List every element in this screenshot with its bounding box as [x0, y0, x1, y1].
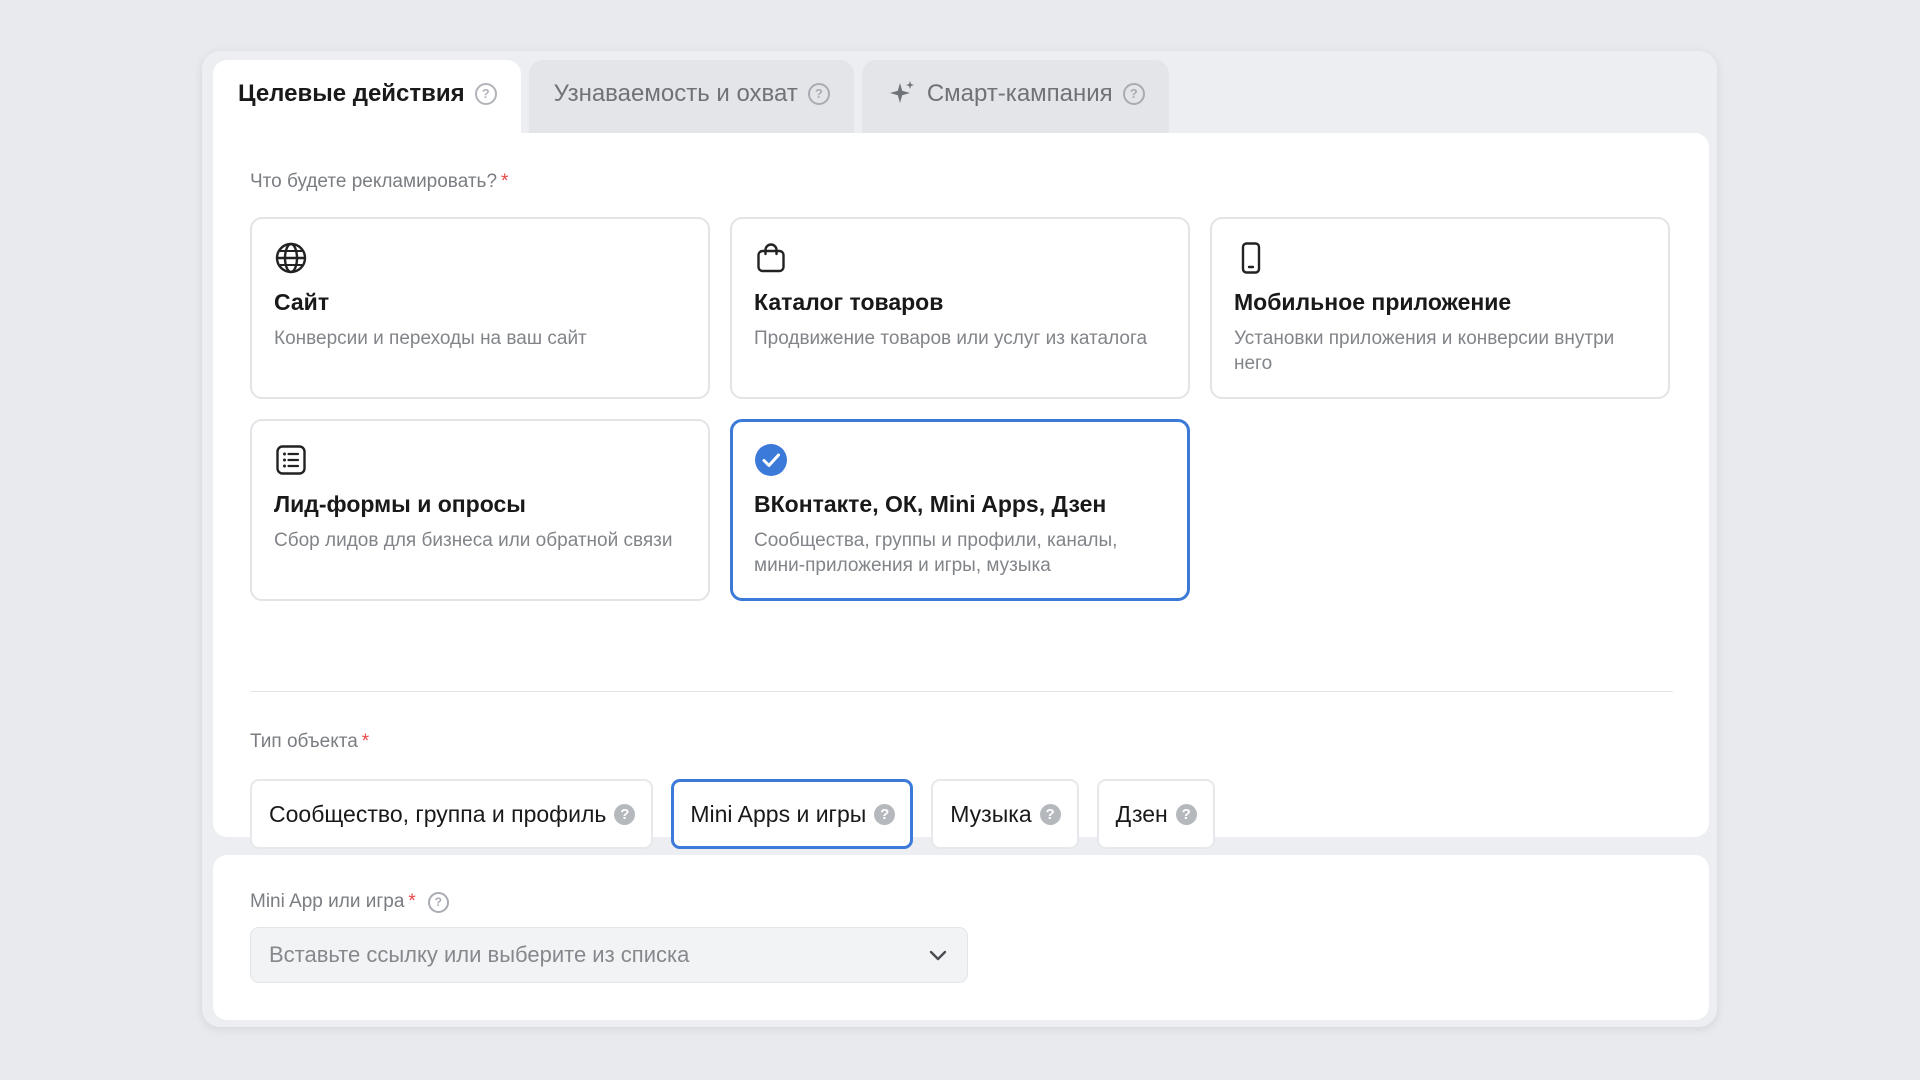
chip-label: Mini Apps и игры: [690, 800, 867, 827]
section-divider: [250, 691, 1673, 692]
option-card-mobile-app[interactable]: Мобильное приложение Установки приложени…: [1210, 217, 1670, 399]
mini-app-select[interactable]: Вставьте ссылку или выберите из списка: [250, 927, 968, 983]
option-title: Мобильное приложение: [1234, 289, 1512, 315]
question-icon[interactable]: ?: [1175, 803, 1197, 825]
mini-app-panel: Mini App или игра * ? Вставьте ссылку ил…: [213, 855, 1709, 1020]
globe-icon: [275, 242, 307, 274]
advertise-label-text: Что будете рекламировать?: [250, 171, 498, 192]
option-title: ВКонтакте, ОК, Mini Apps, Дзен: [754, 491, 1107, 517]
option-description: Конверсии и переходы на ваш сайт: [274, 328, 587, 349]
option-description: Продвижение товаров или услуг из каталог…: [754, 328, 1148, 349]
question-icon[interactable]: ?: [427, 891, 449, 913]
option-description: Сбор лидов для бизнеса или обратной связ…: [274, 530, 673, 551]
question-icon[interactable]: ?: [474, 82, 497, 105]
option-description: Установки приложения и конверсии внутри …: [1234, 328, 1615, 374]
tab-smart-campaign[interactable]: Смарт-кампания ?: [861, 60, 1169, 135]
tab-awareness-reach[interactable]: Узнаваемость и охват ?: [528, 60, 854, 135]
question-icon[interactable]: ?: [614, 803, 636, 825]
option-title: Сайт: [274, 289, 330, 315]
chevron-down-icon[interactable]: [927, 944, 949, 966]
advertise-label: Что будете рекламировать? *: [250, 171, 508, 193]
option-title: Лид-формы и опросы: [274, 491, 526, 517]
mobile-phone-icon: [1241, 242, 1261, 274]
targeting-panel: Что будете рекламировать? * Сайт Конверс…: [213, 133, 1709, 849]
sparkle-icon: [887, 79, 917, 109]
shopping-bag-icon: [757, 243, 785, 273]
required-mark: *: [501, 171, 509, 192]
required-mark: *: [408, 891, 416, 912]
chip-dzen[interactable]: Дзен ?: [1096, 779, 1215, 849]
option-card-lead-forms[interactable]: Лид-формы и опросы Сбор лидов для бизнес…: [250, 419, 710, 601]
tab-label: Смарт-кампания: [926, 79, 1113, 107]
mini-app-label: Mini App или игра * ?: [250, 891, 449, 913]
option-title: Каталог товаров: [754, 289, 944, 315]
campaign-form-window: Целевые действия ? Узнаваемость и охват …: [202, 51, 1717, 1027]
list-form-icon: [276, 445, 306, 475]
mini-app-select-placeholder: Вставьте ссылку или выберите из списка: [269, 942, 690, 967]
question-icon[interactable]: ?: [874, 803, 896, 825]
tab-label: Узнаваемость и охват: [553, 79, 798, 107]
option-description: Сообщества, группы и профили, каналы, ми…: [754, 530, 1118, 576]
chip-label: Сообщество, группа и профиль: [269, 800, 607, 827]
chip-music[interactable]: Музыка ?: [931, 779, 1079, 849]
chip-label: Дзен: [1115, 800, 1168, 827]
option-card-catalog[interactable]: Каталог товаров Продвижение товаров или …: [730, 217, 1190, 399]
mini-app-label-text: Mini App или игра: [250, 891, 405, 912]
object-type-label-text: Тип объекта: [250, 731, 358, 752]
question-icon[interactable]: ?: [807, 82, 830, 105]
required-mark: *: [361, 731, 370, 752]
object-type-label: Тип объекта *: [250, 731, 369, 753]
chip-label: Музыка: [950, 800, 1032, 827]
option-card-site[interactable]: Сайт Конверсии и переходы на ваш сайт: [250, 217, 710, 399]
chip-community-group-profile[interactable]: Сообщество, группа и профиль ?: [250, 779, 654, 849]
question-icon[interactable]: ?: [1122, 82, 1145, 105]
tab-target-actions[interactable]: Целевые действия ?: [213, 60, 521, 135]
option-card-vk-ok-miniapps-dzen[interactable]: ВКонтакте, ОК, Mini Apps, Дзен Сообществ…: [730, 419, 1190, 601]
chip-mini-apps-games[interactable]: Mini Apps и игры ?: [671, 779, 914, 849]
campaign-type-tabs: Целевые действия ? Узнаваемость и охват …: [213, 60, 1169, 135]
tab-label: Целевые действия: [238, 79, 465, 107]
object-type-options: Сообщество, группа и профиль ? Mini Apps…: [250, 779, 1215, 849]
question-icon[interactable]: ?: [1039, 803, 1061, 825]
check-circle-icon: [755, 444, 787, 476]
